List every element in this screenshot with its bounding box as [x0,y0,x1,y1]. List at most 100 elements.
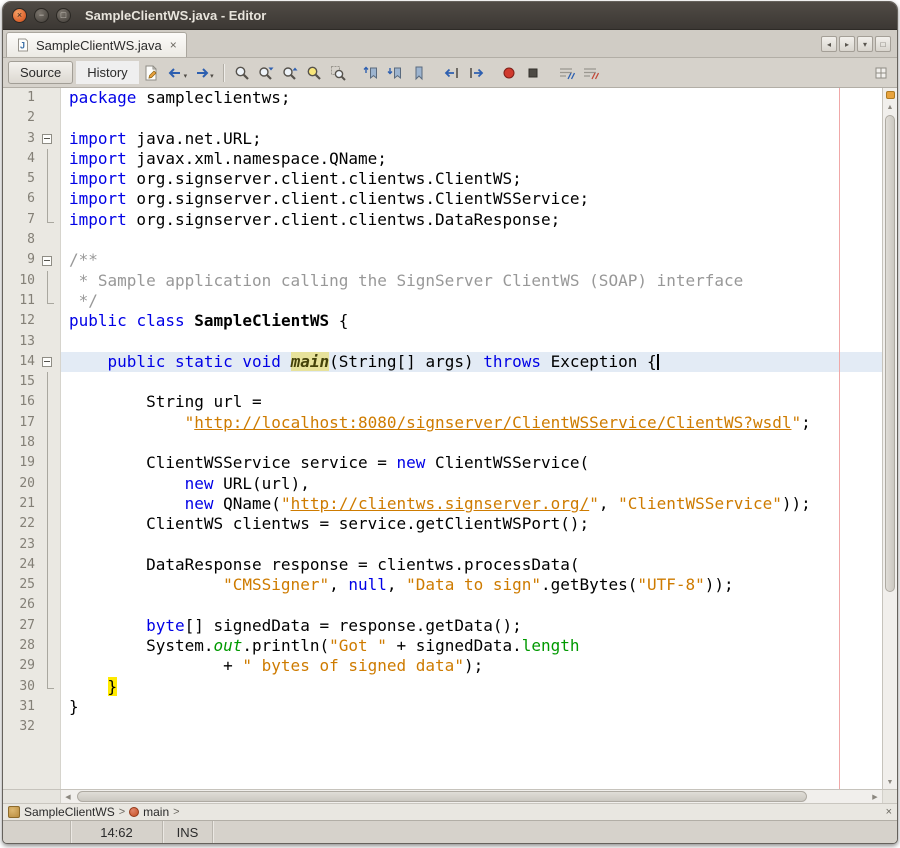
code-line[interactable]: 28 System.out.println("Got " + signedDat… [3,636,882,656]
breadcrumb-class[interactable]: SampleClientWS [24,805,115,819]
fold-marker[interactable] [39,352,61,372]
code-segment: "UTF-8" [637,575,704,594]
history-view-button[interactable]: History [76,61,138,84]
code-line[interactable]: 2 [3,108,882,128]
scrollbar-corner-right [882,790,897,803]
tab-sampleclientws[interactable]: J SampleClientWS.java × [6,32,187,57]
code-segment: { [329,311,348,330]
forward-dropdown-icon[interactable]: ▾ [210,72,214,80]
code-line[interactable]: 4import javax.xml.namespace.QName; [3,149,882,169]
code-line[interactable]: 7import org.signserver.client.clientws.D… [3,210,882,230]
vscroll-thumb[interactable] [885,115,895,592]
fold-marker[interactable] [39,250,61,270]
code-line[interactable]: 14 public static void main(String[] args… [3,352,882,372]
code-segment: Exception { [541,352,657,371]
collapse-fold-icon[interactable] [42,134,52,144]
tabs-scroll-left-icon[interactable]: ◂ [821,36,837,52]
vertical-scrollbar[interactable]: ▲ ▼ [882,88,897,789]
find-selection-icon[interactable] [231,61,254,84]
code-line[interactable]: 6import org.signserver.client.clientws.C… [3,189,882,209]
minimize-window-icon[interactable]: − [34,8,49,23]
tabs-scroll-right-icon[interactable]: ▸ [839,36,855,52]
source-view-button[interactable]: Source [8,61,73,84]
vscroll-track[interactable] [883,114,897,776]
code-line[interactable]: 5import org.signserver.client.clientws.C… [3,169,882,189]
line-number: 10 [3,271,39,291]
scroll-up-icon[interactable]: ▲ [883,101,897,114]
code-line[interactable]: 23 [3,535,882,555]
shift-right-icon[interactable] [465,61,488,84]
line-number: 24 [3,555,39,575]
code-line[interactable]: 16 String url = [3,392,882,412]
code-text: package sampleclientws; [61,88,882,108]
code-line[interactable]: 20 new URL(url), [3,474,882,494]
code-line[interactable]: 19 ClientWSService service = new ClientW… [3,453,882,473]
tabs-dropdown-icon[interactable]: ▾ [857,36,873,52]
scroll-right-icon[interactable]: ▶ [868,790,882,803]
code-line[interactable]: 8 [3,230,882,250]
tab-close-icon[interactable]: × [170,38,177,52]
find-previous-icon[interactable] [279,61,302,84]
back-dropdown-icon[interactable]: ▾ [184,72,188,80]
code-line[interactable]: 32 [3,717,882,737]
code-line[interactable]: 13 [3,332,882,352]
close-window-icon[interactable]: × [12,8,27,23]
code-text: } [61,697,882,717]
previous-bookmark-icon[interactable] [360,61,383,84]
maximize-window-icon[interactable]: □ [56,8,71,23]
comment-icon[interactable] [555,61,578,84]
toggle-bookmark-icon[interactable] [408,61,431,84]
line-number: 32 [3,717,39,737]
code-line[interactable]: 18 [3,433,882,453]
code-line[interactable]: 21 new QName("http://clientws.signserver… [3,494,882,514]
toolbar-options-icon[interactable] [869,61,892,84]
code-line[interactable]: 11 */ [3,291,882,311]
code-line[interactable]: 22 ClientWS clientws = service.getClient… [3,514,882,534]
code-line[interactable]: 27 byte[] signedData = response.getData(… [3,616,882,636]
code-line[interactable]: 17 "http://localhost:8080/signserver/Cli… [3,413,882,433]
code-line[interactable]: 31} [3,697,882,717]
toggle-highlight-icon[interactable] [303,61,326,84]
code-text: * Sample application calling the SignSer… [61,271,882,291]
code-line[interactable]: 29 + " bytes of signed data"); [3,656,882,676]
code-line[interactable]: 3import java.net.URL; [3,129,882,149]
code-text: byte[] signedData = response.getData(); [61,616,882,636]
stop-macro-icon[interactable] [522,61,545,84]
scroll-down-icon[interactable]: ▼ [883,776,897,789]
fold-marker [39,189,61,209]
insert-mode-indicator[interactable]: INS [163,821,213,843]
next-bookmark-icon[interactable] [384,61,407,84]
line-number: 17 [3,413,39,433]
horizontal-scrollbar[interactable]: ◀ ▶ [61,790,882,803]
code-line[interactable]: 25 "CMSSigner", null, "Data to sign".get… [3,575,882,595]
code-line[interactable]: 12public class SampleClientWS { [3,311,882,331]
find-next-icon[interactable] [255,61,278,84]
tabs-maximize-icon[interactable]: □ [875,36,891,52]
scroll-left-icon[interactable]: ◀ [61,790,75,803]
code-text: "CMSSigner", null, "Data to sign".getByt… [61,575,882,595]
select-in-icon[interactable] [327,61,350,84]
hscroll-thumb[interactable] [77,791,807,802]
record-macro-icon[interactable] [498,61,521,84]
hscroll-track[interactable] [75,790,868,803]
code-segment: DataResponse response = clientws.process… [69,555,580,574]
code-text [61,717,882,737]
code-line[interactable]: 1package sampleclientws; [3,88,882,108]
collapse-fold-icon[interactable] [42,357,52,367]
code-editor[interactable]: 1package sampleclientws;23import java.ne… [3,88,882,789]
fold-marker[interactable] [39,129,61,149]
uncomment-icon[interactable] [579,61,602,84]
breadcrumb-method[interactable]: main [143,805,169,819]
last-edited-icon[interactable] [140,61,163,84]
breadcrumb-close-icon[interactable]: × [886,806,892,818]
code-line[interactable]: 15 [3,372,882,392]
code-line[interactable]: 10 * Sample application calling the Sign… [3,271,882,291]
code-line[interactable]: 24 DataResponse response = clientws.proc… [3,555,882,575]
code-segment: "CMSSigner" [223,575,329,594]
code-line[interactable]: 9/** [3,250,882,270]
code-line[interactable]: 30 } [3,677,882,697]
shift-left-icon[interactable] [441,61,464,84]
collapse-fold-icon[interactable] [42,256,52,266]
code-line[interactable]: 26 [3,595,882,615]
fold-marker [39,595,61,615]
